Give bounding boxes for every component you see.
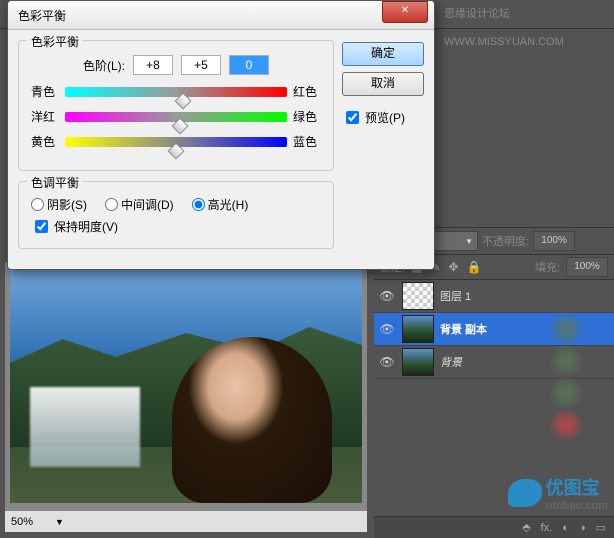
canvas-image (10, 267, 362, 503)
canvas-statusbar: 50% ▼ (5, 510, 367, 532)
level-input-0[interactable]: +8 (133, 55, 173, 75)
level-input-1[interactable]: +5 (181, 55, 221, 75)
dialog-title: 色彩平衡 (18, 7, 382, 24)
cyan-red-slider[interactable] (65, 87, 287, 97)
slider-right-label: 绿色 (293, 108, 321, 125)
layer-row[interactable]: 👁 图层 1 (374, 280, 614, 313)
shadows-radio[interactable]: 阴影(S) (31, 196, 87, 213)
slider-right-label: 红色 (293, 83, 321, 100)
zoom-level-input[interactable]: 50% (11, 516, 51, 528)
level-input-2[interactable]: 0 (229, 55, 269, 75)
layer-thumbnail[interactable] (402, 315, 434, 343)
visibility-eye-icon[interactable]: 👁 (378, 353, 396, 371)
watermark-text: 优图宝 (546, 474, 608, 500)
chevron-down-icon: ▼ (465, 237, 473, 246)
watermark-calligraphy (536, 312, 596, 452)
color-balance-dialog: 色彩平衡 ✕ 色彩平衡 色阶(L): +8 +5 0 青色 红色 洋红 (7, 0, 435, 270)
level-label: 色阶(L): (83, 57, 125, 74)
layer-name[interactable]: 背景 (440, 354, 462, 370)
yellow-blue-slider[interactable] (65, 137, 287, 147)
visibility-eye-icon[interactable]: 👁 (378, 287, 396, 305)
layer-name[interactable]: 背景 副本 (440, 321, 487, 337)
bird-icon (508, 479, 542, 507)
magenta-green-slider[interactable] (65, 112, 287, 122)
chevron-down-icon[interactable]: ▼ (55, 517, 64, 527)
layer-fx-icon[interactable]: fx. (541, 522, 553, 534)
highlights-radio[interactable]: 高光(H) (192, 196, 249, 213)
color-balance-group: 色彩平衡 色阶(L): +8 +5 0 青色 红色 洋红 绿色 (18, 40, 334, 171)
slider-left-label: 洋红 (31, 108, 59, 125)
preview-checkbox[interactable]: 预览(P) (342, 108, 424, 127)
cancel-button[interactable]: 取消 (342, 72, 424, 96)
close-button[interactable]: ✕ (382, 1, 428, 23)
link-layers-icon[interactable]: ⬘ (522, 521, 530, 534)
fill-label: 填充: (535, 259, 560, 275)
tone-balance-group: 色调平衡 阴影(S) 中间调(D) 高光(H) 保持明度(V) (18, 181, 334, 249)
group-legend: 色调平衡 (27, 174, 83, 191)
new-folder-icon[interactable]: ▭ (596, 521, 606, 534)
layer-name[interactable]: 图层 1 (440, 288, 471, 304)
ok-button[interactable]: 确定 (342, 42, 424, 66)
opacity-input[interactable]: 100% (533, 231, 575, 251)
lock-move-icon[interactable]: ✥ (448, 260, 458, 274)
fill-input[interactable]: 100% (566, 257, 608, 277)
lock-all-icon[interactable]: 🔒 (467, 260, 482, 274)
group-legend: 色彩平衡 (27, 33, 83, 50)
slider-left-label: 黄色 (31, 133, 59, 150)
layer-thumbnail[interactable] (402, 282, 434, 310)
site-watermark: 优图宝 utobao.com (508, 474, 608, 512)
layers-footer: ⬘ fx. ◐ ◑ ▭ (374, 516, 614, 538)
slider-left-label: 青色 (31, 83, 59, 100)
dialog-titlebar[interactable]: 色彩平衡 ✕ (8, 1, 434, 30)
adjustment-layer-icon[interactable]: ◑ (579, 522, 586, 534)
layer-mask-icon[interactable]: ◐ (562, 522, 569, 534)
opacity-label: 不透明度: (482, 233, 529, 249)
slider-right-label: 蓝色 (293, 133, 321, 150)
watermark-url: utobao.com (546, 500, 608, 512)
preserve-luminosity-checkbox[interactable]: 保持明度(V) (31, 217, 321, 236)
layer-thumbnail[interactable] (402, 348, 434, 376)
visibility-eye-icon[interactable]: 👁 (378, 320, 396, 338)
midtones-radio[interactable]: 中间调(D) (105, 196, 174, 213)
document-canvas[interactable]: 50% ▼ (5, 262, 367, 532)
